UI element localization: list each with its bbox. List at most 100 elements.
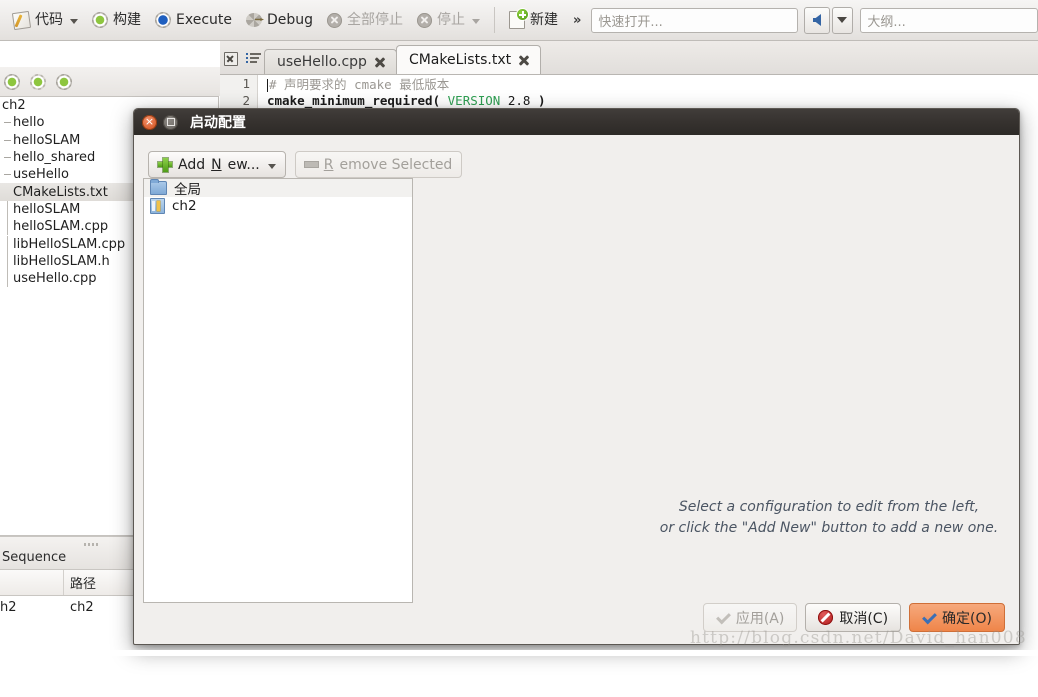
navigate-back-dropdown-button[interactable]: [832, 6, 853, 34]
toolbar-button-code[interactable]: 代码: [6, 5, 85, 35]
sequence-panel-title: Sequence: [2, 550, 67, 565]
add-new-label-post: ew...: [227, 156, 260, 173]
tree-guide-icon: [2, 139, 13, 141]
remove-label-post: emove Selected: [339, 156, 453, 173]
window-close-icon[interactable]: [142, 114, 157, 130]
tree-item-label: helloSLAM.cpp: [13, 219, 109, 235]
navigate-back-button[interactable]: [804, 6, 831, 34]
tab-label: useHello.cpp: [277, 54, 367, 70]
document-icon: [150, 198, 165, 214]
code-line: 1 # 声明要求的 cmake 最低版本: [220, 75, 1038, 92]
remove-label-key: R: [323, 156, 334, 173]
close-box-icon: [224, 52, 238, 66]
tree-item-label: helloSLAM: [13, 201, 81, 217]
tab-cmakelists-txt[interactable]: CMakeLists.txt: [395, 45, 542, 74]
ok-button[interactable]: 确定(O): [909, 603, 1005, 632]
dialog-hint-text: Select a configuration to edit from the …: [549, 497, 1019, 539]
code-function-name: cmake_minimum_required: [267, 93, 433, 108]
dialog-hint-line-2: or click the "Add New" button to add a n…: [659, 520, 999, 536]
configuration-item-label: ch2: [172, 198, 197, 214]
tree-guide-icon: [2, 157, 13, 159]
minus-icon: [304, 162, 318, 167]
column-header-name[interactable]: [0, 570, 64, 595]
tree-guide-icon: [2, 235, 13, 253]
toolbar-button-build[interactable]: 构建: [85, 5, 148, 35]
document-list-icon: [245, 52, 261, 66]
tree-guide-icon: [2, 200, 13, 218]
chevron-down-icon: [70, 19, 78, 24]
close-icon[interactable]: [518, 54, 530, 66]
toolbar-button-build-label: 构建: [113, 12, 141, 28]
tree-guide-icon: [2, 218, 13, 236]
deny-icon: [818, 610, 834, 625]
editor-tabstrip: useHello.cpp CMakeLists.txt: [220, 41, 1038, 75]
check-icon: [716, 612, 730, 624]
tree-item-label: libHelloSLAM.cpp: [13, 236, 126, 252]
window-maximize-icon[interactable]: [163, 114, 178, 130]
toolbar-button-stop-label: 停止: [437, 12, 466, 28]
toolbar-button-stop[interactable]: 停止: [410, 5, 487, 35]
bug-icon: [246, 13, 262, 27]
close-icon[interactable]: [374, 56, 386, 68]
toolbar-overflow-button[interactable]: »: [565, 13, 589, 28]
tab-usehello-cpp[interactable]: useHello.cpp: [264, 49, 397, 74]
panel-grip-icon[interactable]: [84, 543, 98, 546]
main-toolbar: 代码 构建 Execute Debug 全部停止 停止 新建 » 快速打开...…: [0, 0, 1038, 41]
outline-input[interactable]: 大纲...: [860, 7, 1038, 33]
tree-item-label: hello: [13, 115, 45, 131]
toolbar-button-execute[interactable]: Execute: [148, 5, 239, 35]
tree-item-label: ch2: [2, 98, 26, 114]
gear-green-icon: [92, 12, 108, 28]
add-new-label-key: N: [211, 156, 222, 173]
folder-icon: [150, 179, 167, 195]
toolbar-button-stop-all[interactable]: 全部停止: [320, 5, 410, 35]
tree-item-label: hello_shared: [13, 150, 96, 166]
tree-item-label: CMakeLists.txt: [13, 184, 108, 200]
dialog-action-buttons: 应用(A) 取消(C) 确定(O): [702, 603, 1005, 632]
tree-item-label: helloSLAM: [13, 132, 81, 148]
check-icon: [922, 612, 936, 624]
desktop-bottom-strip: [0, 650, 1038, 656]
code-line: 2 cmake_minimum_required( VERSION 2.8 ): [220, 92, 1038, 109]
open-documents-list-button[interactable]: [242, 44, 264, 74]
configuration-list[interactable]: 全局 ch2: [143, 178, 413, 603]
gear-build-down-icon[interactable]: [30, 73, 46, 90]
code-paren-close: ): [537, 93, 546, 108]
cancel-button[interactable]: 取消(C): [805, 603, 902, 632]
configuration-item-ch2[interactable]: ch2: [144, 197, 412, 215]
apply-button[interactable]: 应用(A): [702, 603, 798, 632]
new-file-icon: [509, 9, 529, 29]
toolbar-button-execute-label: Execute: [176, 12, 232, 28]
gear-green-icon[interactable]: [4, 73, 20, 90]
tree-item-label: libHelloSLAM.h: [13, 253, 110, 269]
dialog-hint-line-1: Select a configuration to edit from the …: [678, 499, 980, 515]
chevron-down-icon: [472, 19, 481, 24]
code-keyword: VERSION: [447, 93, 501, 108]
dialog-toolbar: Add New... Remove Selected: [148, 151, 463, 178]
remove-selected-button[interactable]: Remove Selected: [294, 151, 463, 178]
plus-icon: [158, 157, 172, 172]
triangle-down-icon: [267, 164, 276, 169]
configuration-item-global[interactable]: 全局: [144, 179, 412, 198]
tree-item-label: useHello: [13, 167, 69, 183]
tree-item-label: useHello.cpp: [13, 271, 97, 287]
toolbar-button-new[interactable]: 新建: [502, 5, 565, 35]
add-new-button[interactable]: Add New...: [148, 151, 286, 178]
line-number: 1: [220, 75, 258, 92]
code-comment: # 声明要求的 cmake 最低版本: [269, 77, 450, 92]
code-paren-open: (: [432, 93, 441, 108]
gear-blue-icon: [155, 12, 171, 28]
gear-clean-icon[interactable]: [56, 73, 72, 90]
stop-icon: [417, 12, 433, 28]
tree-guide-icon: [2, 252, 13, 270]
apply-button-label: 应用(A): [735, 610, 785, 627]
line-number: 2: [220, 92, 258, 109]
close-all-tabs-button[interactable]: [220, 44, 242, 74]
project-toolbar: [0, 67, 220, 96]
configuration-item-label: 全局: [174, 182, 201, 198]
tree-guide-icon: [2, 270, 13, 288]
toolbar-button-debug[interactable]: Debug: [239, 5, 320, 35]
arrow-left-icon: [813, 14, 822, 26]
code-number: 2.8: [507, 93, 531, 108]
quick-open-input[interactable]: 快速打开...: [591, 7, 799, 33]
